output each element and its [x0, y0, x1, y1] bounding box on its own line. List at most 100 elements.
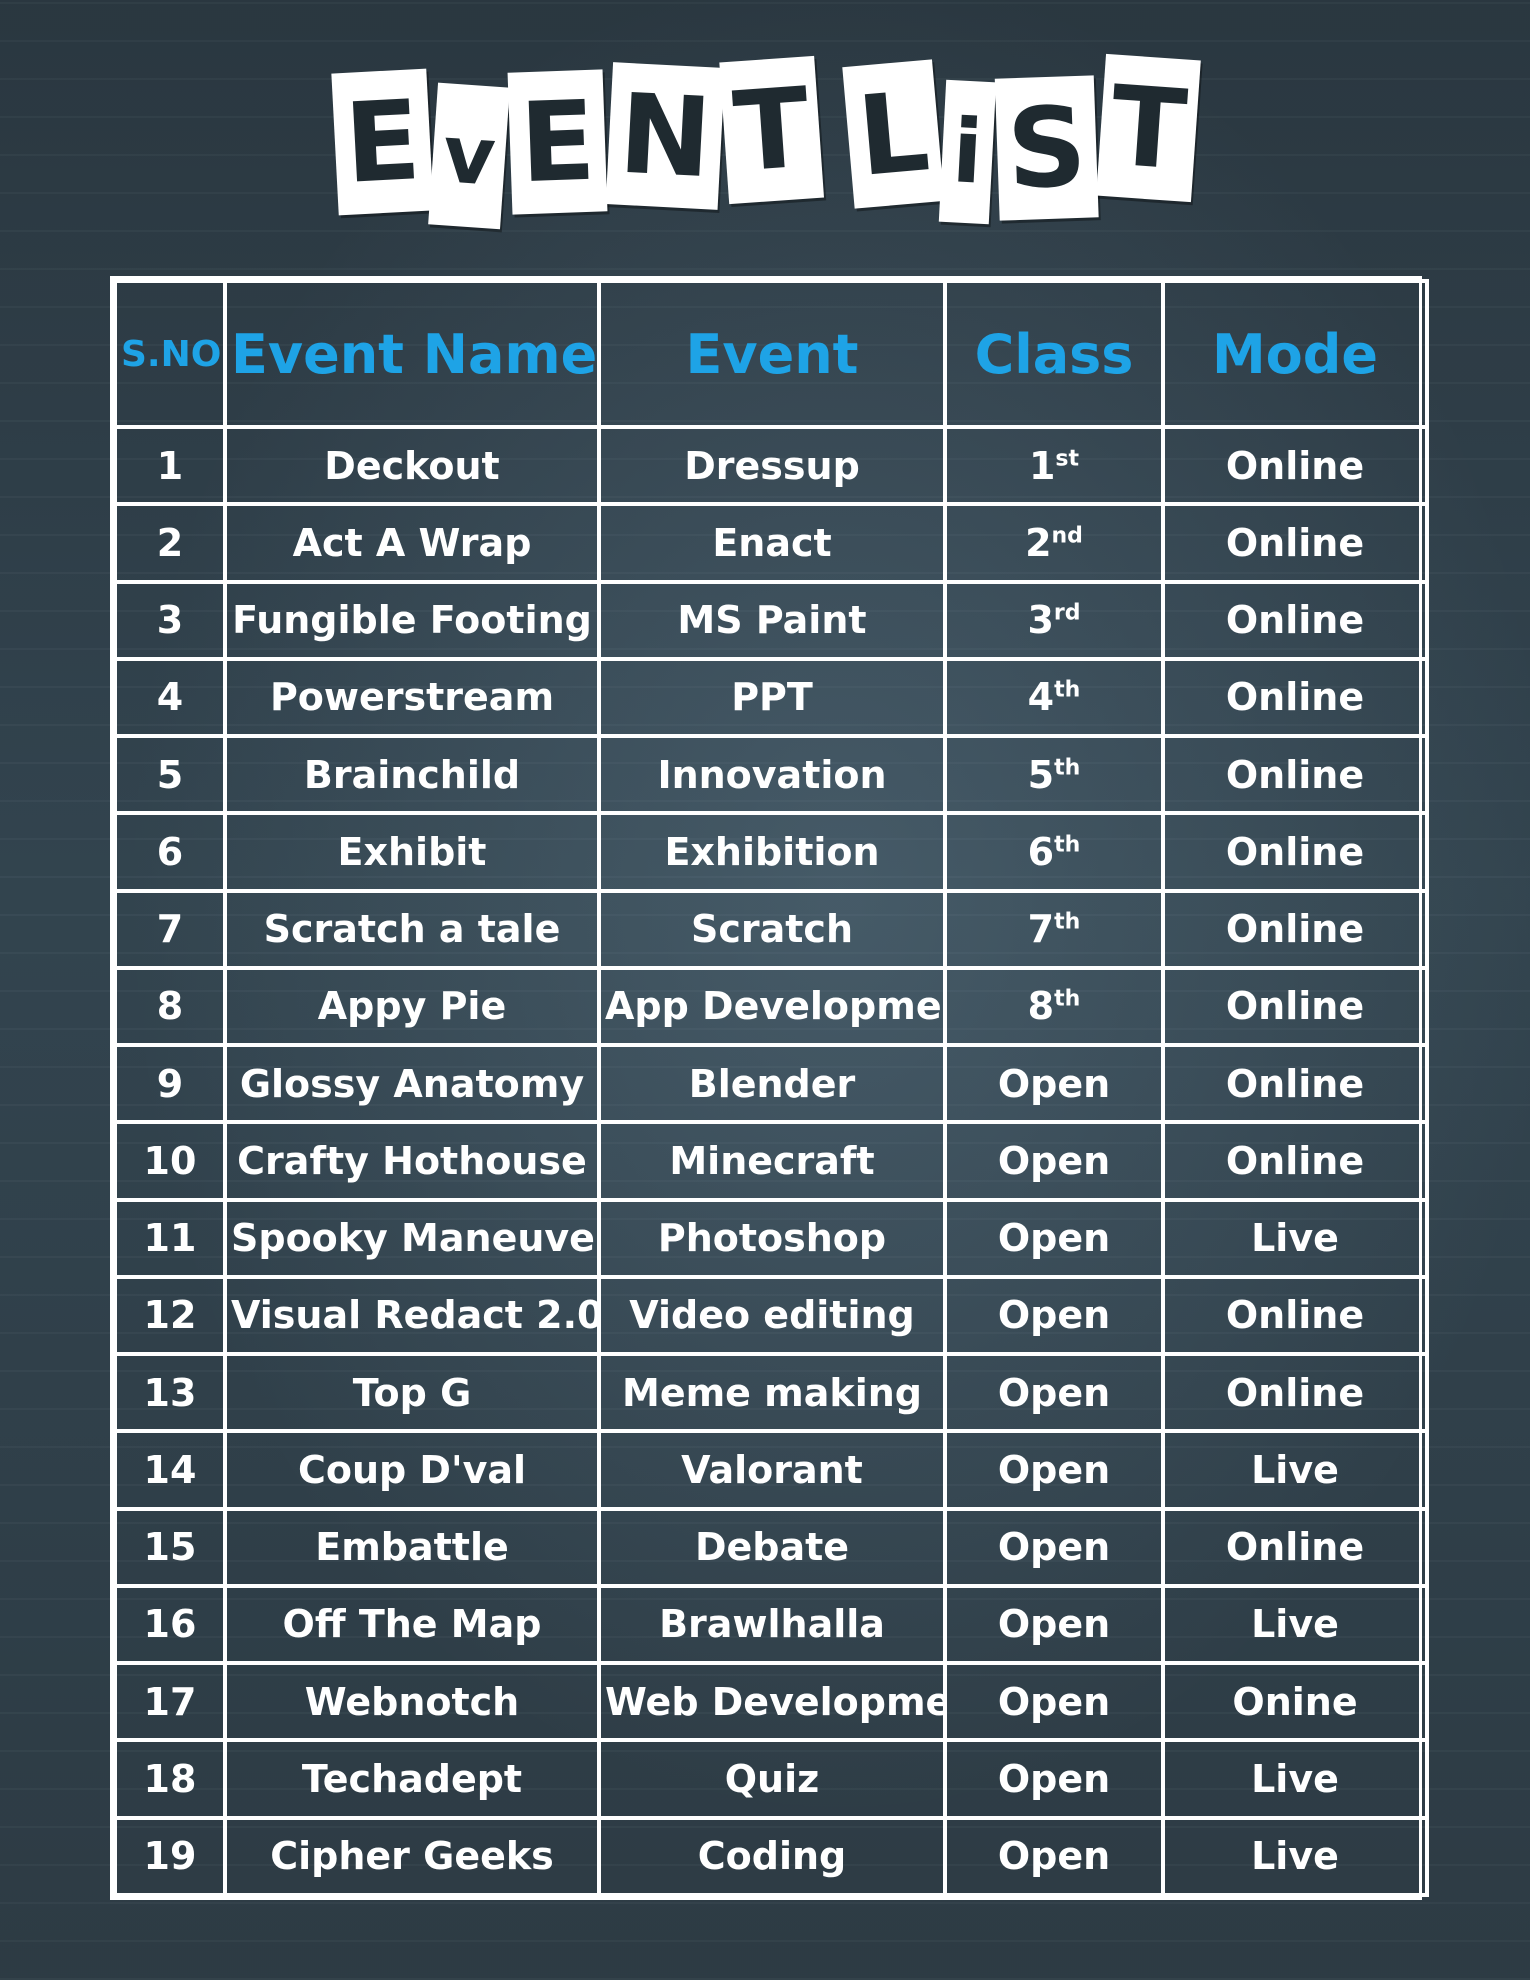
cell-event: Video editing [597, 1274, 947, 1357]
cell-class: Open [943, 1506, 1165, 1588]
title-word-list: L i S T [841, 53, 1201, 225]
cell-event: Photoshop [597, 1197, 947, 1279]
cell-mode: Online [1161, 1042, 1429, 1125]
title-letter: E [507, 69, 608, 215]
cell-event-name: Techadept [223, 1738, 601, 1820]
table-row: 3 Fungible Footing MS Paint 3rd Online [113, 579, 1429, 661]
cell-event-name: Off The Map [223, 1583, 601, 1666]
cell-mode: Live [1161, 1583, 1429, 1666]
cell-sno: 3 [113, 579, 227, 661]
cell-event-name: Scratch a tale [223, 888, 601, 970]
cell-event-name: Visual Redact 2.0 [223, 1274, 601, 1357]
cell-mode: Online [1161, 424, 1429, 507]
cell-sno: 5 [113, 733, 227, 816]
table-row: 2 Act A Wrap Enact 2nd Online [113, 502, 1429, 584]
cell-event-name: Top G [223, 1351, 601, 1434]
table-row: 13 Top G Meme making Open Online [113, 1351, 1429, 1434]
class-value: Open [997, 1293, 1111, 1338]
table-row: 4 Powerstream PPT 4th Online [113, 656, 1429, 739]
table-row: 16 Off The Map Brawlhalla Open Live [113, 1583, 1429, 1666]
cell-mode: Live [1161, 1197, 1429, 1279]
table-row: 7 Scratch a tale Scratch 7th Online [113, 888, 1429, 970]
cell-class: Open [943, 1120, 1165, 1202]
title-letter: T [1096, 53, 1201, 203]
cell-class: 7th [943, 888, 1165, 970]
cell-mode: Online [1161, 1506, 1429, 1588]
cell-sno: 11 [113, 1197, 227, 1279]
class-ordinal-suffix: th [1054, 986, 1081, 1012]
cell-sno: 18 [113, 1738, 227, 1820]
class-value: 3 [1027, 598, 1054, 643]
cell-event-name: Deckout [223, 424, 601, 507]
class-value: Open [997, 1525, 1111, 1570]
class-ordinal-suffix: th [1054, 909, 1081, 935]
cell-class: 4th [943, 656, 1165, 739]
cell-class: Open [943, 1042, 1165, 1125]
cell-class: 2nd [943, 502, 1165, 584]
cell-sno: 8 [113, 965, 227, 1048]
cell-sno: 6 [113, 811, 227, 893]
cell-event: Exhibition [597, 811, 947, 893]
cell-event-name: Fungible Footing [223, 579, 601, 661]
cell-mode: Live [1161, 1429, 1429, 1511]
class-ordinal-suffix: st [1055, 445, 1080, 471]
class-value: Open [997, 1834, 1111, 1879]
cell-event-name: Powerstream [223, 656, 601, 739]
event-table: S.NO Event Name Event Class Mode 1 Deckou… [110, 276, 1429, 1900]
cell-class: Open [943, 1583, 1165, 1666]
table-row: 11 Spooky Maneuvers Photoshop Open Live [113, 1197, 1429, 1279]
cell-sno: 15 [113, 1506, 227, 1588]
cell-mode: Live [1161, 1815, 1429, 1897]
table-row: 12 Visual Redact 2.0 Video editing Open Onli… [113, 1274, 1429, 1357]
class-value: 7 [1027, 907, 1055, 952]
table-row: 6 Exhibit Exhibition 6th Online [113, 811, 1429, 893]
title-word-event: E v E N T [331, 55, 825, 230]
title-letter: S [994, 75, 1099, 221]
table-row: 19 Cipher Geeks Coding Open Live [113, 1815, 1429, 1897]
cell-event-name: Embattle [223, 1506, 601, 1588]
table-row: 10 Crafty Hothouse Minecraft Open Online [113, 1120, 1429, 1202]
cell-sno: 17 [113, 1660, 227, 1743]
cell-event: App Development [597, 965, 947, 1048]
title-letter: v [428, 82, 511, 230]
cell-event-name: Webnotch [223, 1660, 601, 1743]
class-ordinal-suffix: th [1054, 677, 1081, 703]
cell-event: Coding [597, 1815, 947, 1897]
cell-sno: 13 [113, 1351, 227, 1434]
table-row: 15 Embattle Debate Open Online [113, 1506, 1429, 1588]
class-value: 6 [1027, 829, 1055, 874]
cell-event: Enact [597, 502, 947, 584]
class-value: Open [997, 1061, 1111, 1106]
table-row: 1 Deckout Dressup 1st Online [113, 424, 1429, 507]
class-value: Open [997, 1447, 1111, 1492]
table-row: 9 Glossy Anatomy Blender Open Online [113, 1042, 1429, 1125]
class-value: 1 [1028, 443, 1056, 488]
class-value: Open [997, 1679, 1111, 1724]
column-header-event: Event [597, 279, 947, 429]
column-header-event-name: Event Name [223, 279, 601, 429]
class-ordinal-suffix: th [1054, 754, 1081, 780]
table-row: 17WebnotchWeb Development Open Onine [113, 1660, 1429, 1743]
cell-sno: 2 [113, 502, 227, 584]
cell-mode: Onine [1161, 1660, 1429, 1743]
table-body: 1 Deckout Dressup 1st Online 2 Act A Wrap Enact… [113, 424, 1429, 1897]
cell-class: Open [943, 1274, 1165, 1357]
cell-event-name: Act A Wrap [223, 502, 601, 584]
cell-event: Innovation [597, 733, 947, 816]
cell-class: Open [943, 1429, 1165, 1511]
table-row: 18 Techadept Quiz Open Live [113, 1738, 1429, 1820]
cell-mode: Online [1161, 502, 1429, 584]
cell-sno: 16 [113, 1583, 227, 1666]
cell-mode: Online [1161, 888, 1429, 970]
cell-event: MS Paint [597, 579, 947, 661]
cell-class: Open [943, 1351, 1165, 1434]
cell-class: Open [943, 1815, 1165, 1897]
title-letter: E [331, 68, 434, 216]
cell-mode: Online [1161, 1120, 1429, 1202]
cell-event: Meme making [597, 1351, 947, 1434]
cell-class: 8th [943, 965, 1165, 1048]
cell-event: Debate [597, 1506, 947, 1588]
cell-mode: Online [1161, 965, 1429, 1048]
cell-event: Scratch [597, 888, 947, 970]
column-header-class: Class [943, 279, 1165, 429]
